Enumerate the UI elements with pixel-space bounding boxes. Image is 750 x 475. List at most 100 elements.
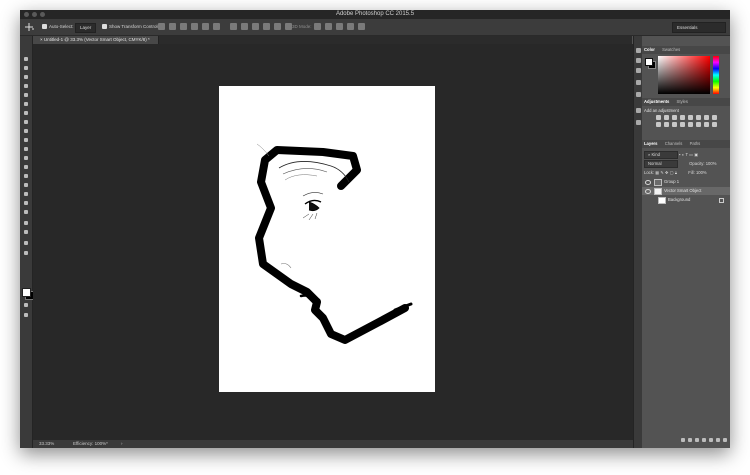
hue-slider[interactable] xyxy=(713,56,719,94)
distribute-top-icon[interactable] xyxy=(230,23,237,30)
eye-icon[interactable] xyxy=(645,189,651,194)
auto-select-target-dropdown[interactable]: Layer xyxy=(75,23,97,33)
shape-tool-icon[interactable] xyxy=(23,209,29,215)
distribute-bottom-icon[interactable] xyxy=(252,23,259,30)
lock-position-icon[interactable]: ✥ xyxy=(665,170,669,175)
align-horizontal-center-icon[interactable] xyxy=(202,23,209,30)
healing-brush-tool-icon[interactable] xyxy=(23,110,29,116)
distribute-hcenter-icon[interactable] xyxy=(274,23,281,30)
zoom-tool-icon[interactable] xyxy=(23,229,29,235)
align-vertical-center-icon[interactable] xyxy=(169,23,176,30)
layer-style-icon[interactable] xyxy=(688,438,692,442)
type-tool-icon[interactable] xyxy=(23,191,29,197)
color-panel-foreground-swatch[interactable] xyxy=(645,58,653,66)
filter-smart-object-icon[interactable]: ▣ xyxy=(694,152,698,157)
swap-colors-icon[interactable] xyxy=(23,250,29,256)
align-left-icon[interactable] xyxy=(191,23,198,30)
more-tools-icon[interactable] xyxy=(23,240,29,246)
tab-paths[interactable]: Paths xyxy=(690,141,701,146)
color-picker-field[interactable] xyxy=(658,56,710,94)
distribute-center-icon[interactable] xyxy=(241,23,248,30)
delete-layer-icon[interactable] xyxy=(723,438,727,442)
gradient-map-icon[interactable] xyxy=(704,122,709,127)
character-panel-icon[interactable] xyxy=(636,80,641,85)
posterize-icon[interactable] xyxy=(688,122,693,127)
status-menu-arrow-icon[interactable]: › xyxy=(121,440,123,448)
clone-stamp-tool-icon[interactable] xyxy=(23,128,29,134)
lock-transparency-icon[interactable]: ▦ xyxy=(655,170,659,175)
tab-swatches[interactable]: Swatches xyxy=(662,47,680,52)
document-canvas[interactable] xyxy=(219,86,435,392)
invert-icon[interactable] xyxy=(680,122,685,127)
brightness-contrast-icon[interactable] xyxy=(656,115,661,120)
gradient-tool-icon[interactable] xyxy=(23,155,29,161)
vibrance-icon[interactable] xyxy=(688,115,693,120)
tab-color[interactable]: Color xyxy=(644,47,655,52)
document-tab[interactable]: × Untitled-1 @ 33.3% (Vector Smart Objec… xyxy=(32,36,159,44)
color-balance-icon[interactable] xyxy=(704,115,709,120)
color-lookup-icon[interactable] xyxy=(672,122,677,127)
3d-slide-icon[interactable] xyxy=(347,23,354,30)
move-tool-preset-icon[interactable] xyxy=(25,23,35,31)
add-mask-icon[interactable] xyxy=(695,438,699,442)
channel-mixer-icon[interactable] xyxy=(664,122,669,127)
black-white-icon[interactable] xyxy=(712,115,717,120)
exposure-icon[interactable] xyxy=(680,115,685,120)
eyedropper-tool-icon[interactable] xyxy=(23,101,29,107)
3d-pan-icon[interactable] xyxy=(336,23,343,30)
paragraph-panel-icon[interactable] xyxy=(636,92,641,97)
distribute-right-icon[interactable] xyxy=(285,23,292,30)
3d-roll-icon[interactable] xyxy=(325,23,332,30)
layer-row-background[interactable]: Background xyxy=(642,196,730,204)
history-panel-icon[interactable] xyxy=(636,48,641,53)
properties-panel-icon[interactable] xyxy=(636,58,641,63)
path-selection-tool-icon[interactable] xyxy=(23,200,29,206)
opacity-value[interactable]: 100% xyxy=(706,161,717,166)
hand-tool-icon[interactable] xyxy=(23,220,29,226)
zoom-level[interactable]: 33.33% xyxy=(39,440,54,448)
filter-adjustment-icon[interactable]: ◐ xyxy=(682,152,685,157)
link-layers-icon[interactable] xyxy=(681,438,685,442)
close-window-button[interactable] xyxy=(24,12,29,17)
curves-icon[interactable] xyxy=(672,115,677,120)
zoom-window-button[interactable] xyxy=(40,12,45,17)
marquee-tool-icon[interactable] xyxy=(23,65,29,71)
threshold-icon[interactable] xyxy=(696,122,701,127)
brush-tool-icon[interactable] xyxy=(23,119,29,125)
history-brush-tool-icon[interactable] xyxy=(23,137,29,143)
quick-selection-tool-icon[interactable] xyxy=(23,83,29,89)
blend-mode-dropdown[interactable]: Normal xyxy=(644,160,678,168)
minimize-window-button[interactable] xyxy=(32,12,37,17)
levels-icon[interactable] xyxy=(664,115,669,120)
workspace-switcher[interactable]: Essentials xyxy=(672,22,726,33)
pen-tool-icon[interactable] xyxy=(23,182,29,188)
quick-mask-icon[interactable] xyxy=(23,302,29,308)
character-styles-icon[interactable] xyxy=(636,108,641,113)
crop-tool-icon[interactable] xyxy=(23,92,29,98)
new-adjustment-layer-icon[interactable] xyxy=(702,438,706,442)
filter-shape-icon[interactable]: ▭ xyxy=(689,152,693,157)
screen-mode-icon[interactable] xyxy=(23,312,29,318)
new-layer-icon[interactable] xyxy=(716,438,720,442)
show-transform-controls-checkbox[interactable]: Show Transform Controls xyxy=(102,23,160,31)
foreground-color-swatch[interactable] xyxy=(22,288,31,297)
distribute-left-icon[interactable] xyxy=(263,23,270,30)
lasso-tool-icon[interactable] xyxy=(23,74,29,80)
eye-icon[interactable] xyxy=(645,180,651,185)
align-top-icon[interactable] xyxy=(158,23,165,30)
dodge-tool-icon[interactable] xyxy=(23,173,29,179)
3d-rotate-icon[interactable] xyxy=(314,23,321,30)
layer-row-group[interactable]: Group 1 xyxy=(642,178,730,186)
filter-type-icon[interactable]: T xyxy=(685,152,687,157)
eraser-tool-icon[interactable] xyxy=(23,146,29,152)
tab-layers[interactable]: Layers xyxy=(644,141,658,146)
3d-scale-icon[interactable] xyxy=(358,23,365,30)
tab-styles[interactable]: Styles xyxy=(677,99,688,104)
align-right-icon[interactable] xyxy=(213,23,220,30)
auto-select-checkbox[interactable]: Auto-Select: xyxy=(42,23,74,31)
layer-filter-kind-dropdown[interactable]: ⌕ Kind xyxy=(644,151,678,159)
brush-panel-icon[interactable] xyxy=(636,68,641,73)
hue-saturation-icon[interactable] xyxy=(696,115,701,120)
lock-artboard-icon[interactable]: ▢ xyxy=(670,170,674,175)
fill-value[interactable]: 100% xyxy=(696,170,707,175)
